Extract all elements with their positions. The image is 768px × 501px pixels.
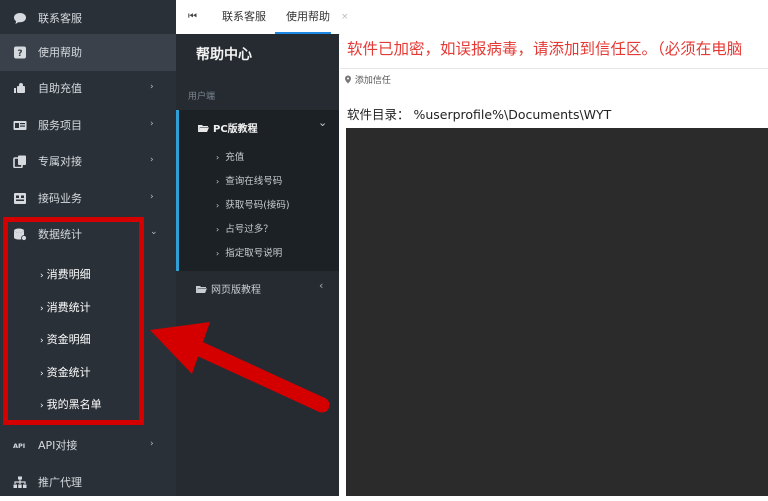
help-link-query-online[interactable]: › 查询在线号码 bbox=[216, 173, 282, 187]
help-link-label: 充值 bbox=[225, 152, 245, 163]
chevron-down-icon: ⌄ bbox=[318, 116, 328, 129]
help-link-too-many[interactable]: › 占号过多？ bbox=[216, 221, 273, 235]
sidebar-item-exclusive[interactable]: 专属对接 › bbox=[0, 143, 176, 180]
svg-text:?: ? bbox=[17, 49, 22, 59]
chevron-left-icon: ‹ bbox=[319, 279, 324, 292]
sidebar-item-label: 专属对接 bbox=[38, 155, 82, 168]
sidebar-item-sms[interactable]: 接码业务 › bbox=[0, 180, 176, 217]
help-link-label: 占号过多？ bbox=[225, 224, 273, 235]
help-link-label: 查询在线号码 bbox=[225, 176, 283, 187]
sidebar-item-referral[interactable]: 推广代理 bbox=[0, 464, 176, 501]
map-marker-icon bbox=[345, 75, 351, 84]
active-indicator bbox=[176, 110, 179, 271]
chevron-right-icon: › bbox=[216, 153, 220, 162]
highlight-box bbox=[3, 217, 144, 425]
recharge-icon bbox=[14, 83, 25, 93]
help-section-label: 用户端 bbox=[188, 92, 216, 102]
web-tutorial-label: 网页版教程 bbox=[211, 285, 261, 296]
chat-bubble-icon bbox=[14, 13, 26, 24]
add-trust-label: 添加信任 bbox=[354, 76, 391, 86]
software-directory-label: 软件目录： %userprofile%\Documents\WYT bbox=[347, 107, 612, 122]
chevron-right-icon: › bbox=[216, 249, 220, 258]
chevron-right-icon: › bbox=[216, 201, 220, 210]
help-content: 软件已加密，如误报病毒，请添加到信任区。（必须在电脑 添加信任 软件目录： %u… bbox=[340, 34, 768, 496]
sidebar-item-contact[interactable]: 联系客服 bbox=[0, 0, 176, 37]
tab-contact[interactable]: 联系客服 bbox=[222, 0, 266, 34]
encryption-notice: 软件已加密，如误报病毒，请添加到信任区。（必须在电脑 bbox=[347, 40, 743, 58]
tab-bar: ⏮ 联系客服 使用帮助 × bbox=[176, 0, 768, 35]
folder-open-icon bbox=[196, 286, 207, 293]
help-center-title: 帮助中心 bbox=[196, 47, 252, 63]
chevron-right-icon: › bbox=[150, 192, 154, 202]
chevron-right-icon: › bbox=[150, 439, 154, 449]
sidebar-item-help[interactable]: ? 使用帮助 bbox=[0, 34, 176, 71]
divider bbox=[340, 68, 768, 69]
sidebar-item-label: 自助充值 bbox=[38, 82, 82, 95]
help-link-label: 指定取号说明 bbox=[225, 248, 283, 259]
sidebar-item-api[interactable]: API API对接 › bbox=[0, 427, 176, 464]
embedded-screenshot bbox=[346, 128, 768, 496]
chevron-right-icon: › bbox=[216, 225, 220, 234]
tab-close-icon[interactable]: × bbox=[341, 0, 349, 34]
api-icon: API bbox=[13, 442, 25, 450]
sidebar-item-recharge[interactable]: 自助充值 › bbox=[0, 70, 176, 107]
tab-label: 使用帮助 bbox=[286, 10, 330, 23]
chevron-right-icon: › bbox=[216, 177, 220, 186]
sidebar-item-services[interactable]: 服务项目 › bbox=[0, 107, 176, 144]
pc-tutorial-label: PC版教程 bbox=[213, 124, 258, 135]
sidebar-item-label: 联系客服 bbox=[38, 12, 82, 25]
sidebar-item-label: 接码业务 bbox=[38, 192, 82, 205]
chevron-right-icon: › bbox=[150, 155, 154, 165]
chevron-down-icon: ⌄ bbox=[150, 227, 158, 237]
chevron-right-icon: › bbox=[150, 82, 154, 92]
help-link-get-number[interactable]: › 获取号码(接码) bbox=[216, 197, 290, 211]
tab-nav-back-icon[interactable]: ⏮ bbox=[188, 0, 197, 34]
sidebar-item-label: 服务项目 bbox=[38, 119, 82, 132]
copy-icon bbox=[13, 155, 26, 168]
help-link-label: 获取号码(接码) bbox=[225, 200, 290, 211]
pc-tutorial-toggle[interactable]: PC版教程 bbox=[198, 120, 258, 135]
sidebar-item-label: 使用帮助 bbox=[38, 46, 82, 59]
web-tutorial-toggle[interactable]: 网页版教程 bbox=[196, 281, 261, 296]
help-center-panel: 帮助中心 用户端 PC版教程 ⌄ › 充值 › 查询在线号码 › 获取号码(接码) ›… bbox=[176, 34, 339, 496]
pc-tutorial-group: PC版教程 ⌄ › 充值 › 查询在线号码 › 获取号码(接码) › 占号过多？ › 指定… bbox=[176, 110, 339, 271]
message-icon bbox=[14, 193, 26, 204]
sitemap-icon bbox=[13, 476, 27, 488]
chevron-right-icon: › bbox=[150, 119, 154, 129]
question-icon: ? bbox=[14, 46, 26, 59]
add-trust-caption: 添加信任 bbox=[344, 73, 391, 86]
id-card-icon bbox=[13, 121, 27, 130]
sidebar-item-label: API对接 bbox=[38, 439, 78, 452]
sidebar-item-label: 推广代理 bbox=[38, 476, 82, 489]
tab-help[interactable]: 使用帮助 bbox=[275, 0, 331, 34]
folder-open-icon bbox=[198, 125, 209, 132]
svg-text:API: API bbox=[13, 442, 25, 450]
help-link-recharge[interactable]: › 充值 bbox=[216, 149, 244, 163]
help-link-specify-number[interactable]: › 指定取号说明 bbox=[216, 245, 282, 259]
